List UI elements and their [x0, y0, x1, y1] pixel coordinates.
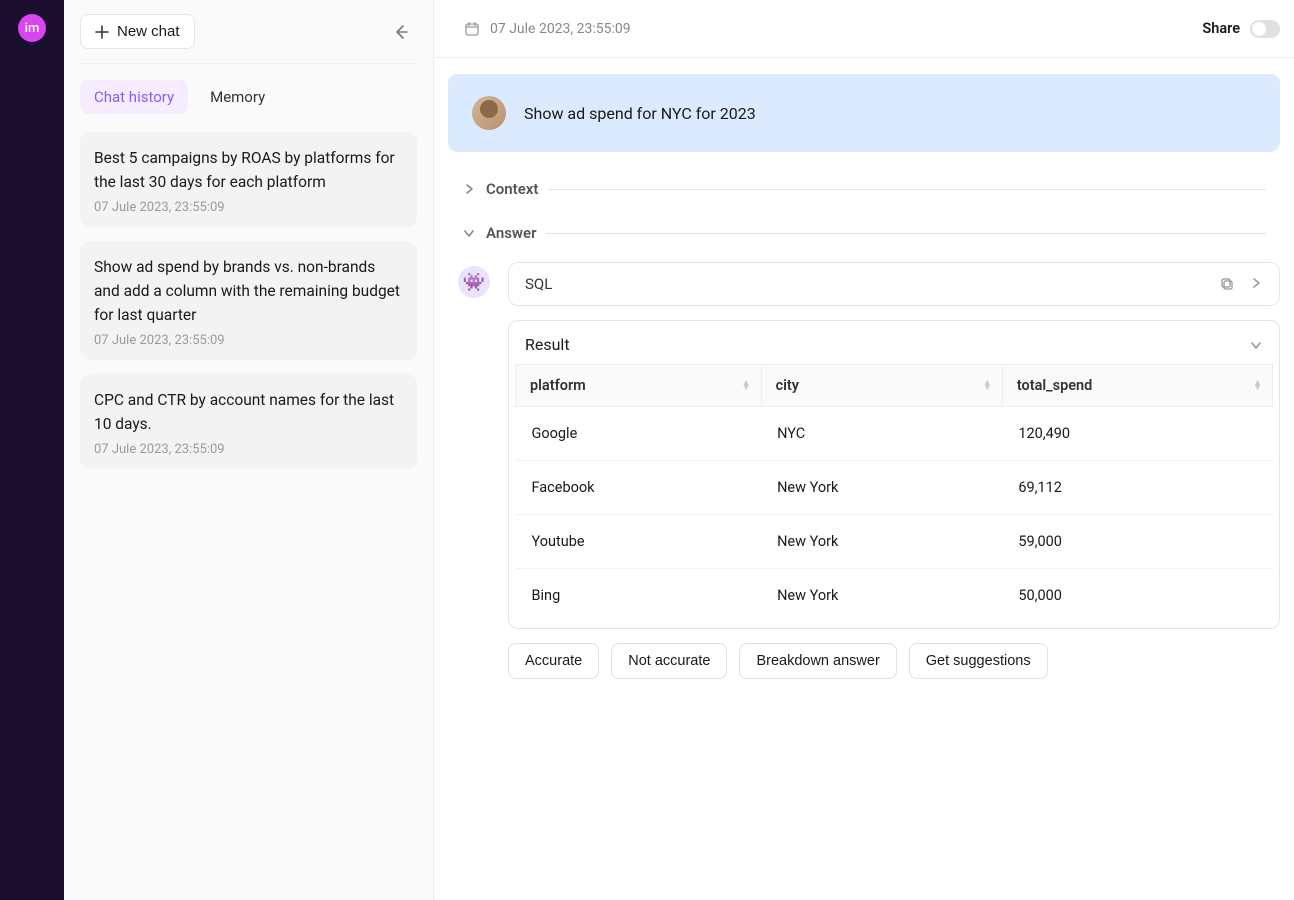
not-accurate-button[interactable]: Not accurate	[611, 643, 727, 679]
calendar-icon	[464, 21, 480, 37]
table-row: Facebook New York 69,112	[516, 461, 1273, 515]
breakdown-answer-button[interactable]: Breakdown answer	[739, 643, 896, 679]
cell-total-spend: 120,490	[1002, 407, 1272, 461]
history-item-date: 07 Jule 2023, 23:55:09	[94, 333, 403, 348]
topbar-right: Share	[1202, 20, 1280, 38]
result-panel: Result platform ▲▼	[508, 320, 1280, 629]
alien-icon: 👾	[463, 272, 485, 293]
share-label: Share	[1202, 20, 1240, 37]
result-table: platform ▲▼ city ▲▼ total_spend	[515, 364, 1273, 622]
answer-label: Answer	[486, 224, 536, 242]
cell-city: NYC	[761, 407, 1002, 461]
result-label: Result	[525, 335, 570, 354]
answer-panels: SQL Result	[508, 262, 1280, 679]
get-suggestions-button[interactable]: Get suggestions	[909, 643, 1048, 679]
cell-platform: Facebook	[516, 461, 762, 515]
cell-total-spend: 59,000	[1002, 515, 1272, 569]
result-table-wrap: platform ▲▼ city ▲▼ total_spend	[509, 364, 1279, 628]
divider	[546, 233, 1266, 234]
sql-label: SQL	[525, 275, 552, 293]
sql-panel[interactable]: SQL	[508, 262, 1280, 306]
cell-city: New York	[761, 515, 1002, 569]
feedback-row: Accurate Not accurate Breakdown answer G…	[508, 643, 1280, 679]
table-row: Bing New York 50,000	[516, 569, 1273, 623]
tab-memory[interactable]: Memory	[196, 80, 279, 114]
answer-body: 👾 SQL Result	[448, 248, 1280, 679]
chat-history-list: Best 5 campaigns by ROAS by platforms fo…	[80, 132, 417, 483]
chevron-right-icon[interactable]	[1249, 276, 1263, 292]
user-message-text: Show ad spend for NYC for 2023	[524, 104, 756, 123]
column-header-platform[interactable]: platform ▲▼	[516, 365, 762, 407]
app-logo[interactable]: im	[18, 14, 46, 42]
chevron-down-icon	[462, 226, 476, 240]
user-message: Show ad spend for NYC for 2023	[448, 74, 1280, 152]
history-item[interactable]: Show ad spend by brands vs. non-brands a…	[80, 241, 417, 360]
history-item-date: 07 Jule 2023, 23:55:09	[94, 442, 403, 457]
new-chat-button[interactable]: New chat	[80, 14, 195, 49]
cell-platform: Google	[516, 407, 762, 461]
context-section-header[interactable]: Context	[448, 174, 1280, 204]
share-toggle[interactable]	[1250, 20, 1280, 38]
history-item[interactable]: Best 5 campaigns by ROAS by platforms fo…	[80, 132, 417, 227]
context-label: Context	[486, 180, 538, 198]
column-header-city[interactable]: city ▲▼	[761, 365, 1002, 407]
topbar: 07 Jule 2023, 23:55:09 Share	[434, 0, 1294, 58]
sidebar-tabs: Chat history Memory	[80, 80, 417, 114]
sidebar: New chat Chat history Memory Best 5 camp…	[64, 0, 434, 900]
main: 07 Jule 2023, 23:55:09 Share Show ad spe…	[434, 0, 1294, 900]
conversation-timestamp: 07 Jule 2023, 23:55:09	[490, 21, 631, 37]
answer-section-header[interactable]: Answer	[448, 218, 1280, 248]
chevron-right-icon	[462, 182, 476, 196]
history-item-date: 07 Jule 2023, 23:55:09	[94, 200, 403, 215]
tab-chat-history[interactable]: Chat history	[80, 80, 188, 114]
cell-total-spend: 50,000	[1002, 569, 1272, 623]
cell-platform: Bing	[516, 569, 762, 623]
column-label: total_spend	[1017, 377, 1092, 394]
chevron-down-icon	[1249, 338, 1263, 352]
copy-icon[interactable]	[1219, 276, 1235, 292]
nav-rail: im	[0, 0, 64, 900]
result-header[interactable]: Result	[509, 321, 1279, 364]
history-item[interactable]: CPC and CTR by account names for the las…	[80, 374, 417, 469]
column-label: city	[776, 377, 799, 394]
history-item-title: Best 5 campaigns by ROAS by platforms fo…	[94, 146, 403, 194]
plus-icon	[95, 25, 109, 39]
table-row: Youtube New York 59,000	[516, 515, 1273, 569]
sql-actions	[1219, 276, 1263, 292]
cell-city: New York	[761, 461, 1002, 515]
cell-city: New York	[761, 569, 1002, 623]
content: Show ad spend for NYC for 2023 Context A…	[434, 58, 1294, 900]
table-row: Google NYC 120,490	[516, 407, 1273, 461]
new-chat-label: New chat	[117, 23, 180, 40]
history-item-title: Show ad spend by brands vs. non-brands a…	[94, 255, 403, 327]
sort-icon: ▲▼	[742, 381, 751, 391]
arrow-left-icon	[392, 23, 410, 41]
cell-total-spend: 69,112	[1002, 461, 1272, 515]
sidebar-top: New chat	[80, 14, 417, 64]
collapse-sidebar-button[interactable]	[385, 16, 417, 48]
sort-icon: ▲▼	[983, 381, 992, 391]
column-label: platform	[530, 377, 586, 394]
divider	[548, 189, 1266, 190]
cell-platform: Youtube	[516, 515, 762, 569]
column-header-total-spend[interactable]: total_spend ▲▼	[1002, 365, 1272, 407]
user-avatar	[472, 96, 506, 130]
accurate-button[interactable]: Accurate	[508, 643, 599, 679]
history-item-title: CPC and CTR by account names for the las…	[94, 388, 403, 436]
topbar-left: 07 Jule 2023, 23:55:09	[464, 21, 631, 37]
bot-avatar: 👾	[458, 266, 490, 298]
sort-icon: ▲▼	[1253, 381, 1262, 391]
